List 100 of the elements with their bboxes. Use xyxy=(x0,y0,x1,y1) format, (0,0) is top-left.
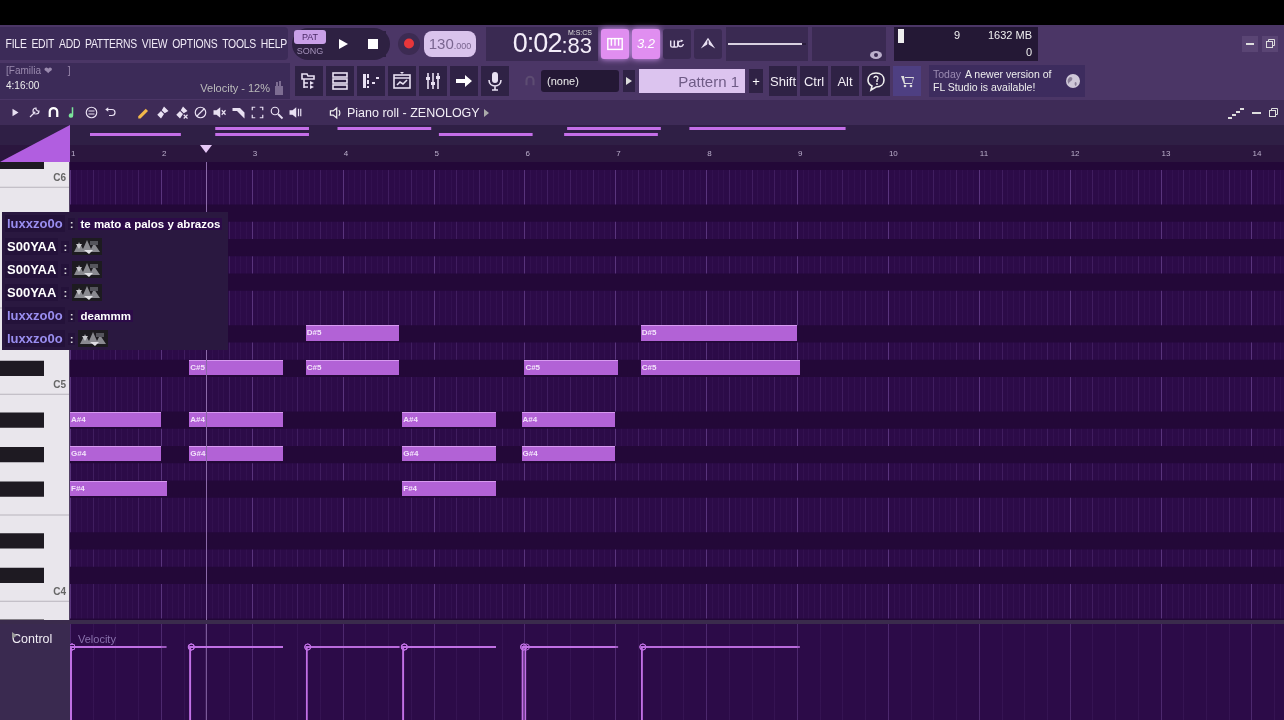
minimize-icon xyxy=(1246,42,1254,45)
key-label: C5 xyxy=(53,379,66,390)
note[interactable]: A#4 xyxy=(70,411,161,427)
chat-username: S00YAA xyxy=(7,239,57,254)
key-label: C4 xyxy=(53,586,66,597)
next-button[interactable] xyxy=(623,70,635,92)
menu-item[interactable]: FILE xyxy=(3,31,29,56)
hint-bracket: ] xyxy=(67,65,71,78)
cart-icon xyxy=(900,74,914,88)
wrench-icon xyxy=(27,105,42,120)
menu-item[interactable]: EDIT xyxy=(29,31,57,56)
metronome-button[interactable] xyxy=(694,28,722,59)
chat-message: deammm xyxy=(78,309,133,322)
speech-bubble-icon xyxy=(865,70,887,92)
piano-key[interactable] xyxy=(0,447,44,463)
window-icon xyxy=(392,71,412,91)
menu-item[interactable]: HELP xyxy=(258,31,288,56)
chat-separator: : xyxy=(67,217,76,230)
chat-username: luxxzo0o xyxy=(7,331,63,346)
cpu-meter xyxy=(898,29,904,43)
note[interactable]: C#5 xyxy=(524,359,619,375)
microphone-icon xyxy=(485,71,505,91)
chat-separator: : xyxy=(61,263,70,276)
note[interactable]: G#4 xyxy=(70,446,161,462)
chat-username: luxxzo0o xyxy=(7,308,63,323)
countdown-button[interactable]: 3.2 xyxy=(632,28,660,59)
menu-item[interactable]: ADD xyxy=(56,31,83,56)
modifier-key-button[interactable]: Alt xyxy=(831,66,859,96)
memory-usage: 1632 MB xyxy=(986,28,1033,43)
hint-title: [Familia ❤ xyxy=(6,65,52,78)
mixer-button[interactable] xyxy=(419,66,447,96)
minimize-icon xyxy=(1252,111,1261,114)
bar-number: 1 xyxy=(71,149,76,158)
piano-key[interactable] xyxy=(0,360,44,376)
note[interactable]: G#4 xyxy=(521,446,616,462)
brush-icon xyxy=(155,105,170,120)
channel-select[interactable]: (none) xyxy=(541,70,619,92)
piano-key[interactable] xyxy=(0,412,44,428)
note[interactable]: C#5 xyxy=(640,359,800,375)
mute-icon xyxy=(212,105,227,120)
window-title[interactable]: Piano roll - ZENOLOGY xyxy=(323,104,495,121)
note[interactable]: A#4 xyxy=(402,411,496,427)
bar-number: 7 xyxy=(616,149,621,158)
mode-toggle[interactable]: PAT xyxy=(294,29,326,44)
modifier-key-button[interactable]: Ctrl xyxy=(800,66,828,96)
bar-number: 2 xyxy=(161,149,167,158)
piano-roll-button[interactable] xyxy=(357,66,385,96)
note[interactable]: F#4 xyxy=(70,480,167,496)
restore-button[interactable] xyxy=(1262,35,1278,52)
tempo-field[interactable]: 130.000 xyxy=(424,30,476,57)
mode-toggle[interactable]: SONG xyxy=(294,43,326,58)
pattern-select[interactable]: Pattern 1 xyxy=(639,69,745,93)
menu-item[interactable]: PATTERNS xyxy=(82,31,140,56)
note[interactable]: F#4 xyxy=(402,480,496,496)
voice-count: 9 xyxy=(953,29,960,41)
note[interactable]: C#5 xyxy=(305,359,400,375)
piano-key[interactable] xyxy=(0,481,44,497)
loop-button[interactable] xyxy=(663,28,691,59)
piano-key[interactable] xyxy=(0,567,44,583)
help-button[interactable] xyxy=(862,66,890,96)
magnet-icon xyxy=(46,105,61,120)
note[interactable]: D#5 xyxy=(640,325,797,341)
news-panel[interactable]: Today A newer version of FL Studio is available! xyxy=(929,65,1085,97)
zoom-icon xyxy=(269,105,284,120)
shop-button[interactable] xyxy=(893,66,921,96)
chat-separator: : xyxy=(67,332,76,345)
add-pattern-button[interactable]: + xyxy=(749,69,763,93)
note[interactable]: C#5 xyxy=(189,359,283,375)
mixer-icon xyxy=(423,71,443,91)
slice-icon xyxy=(231,105,246,120)
polyphony-count: 0 xyxy=(1024,45,1033,60)
record-button[interactable] xyxy=(398,32,420,55)
brush-cross-icon xyxy=(174,105,189,120)
bar-number: 12 xyxy=(1070,149,1080,158)
note[interactable]: D#5 xyxy=(305,325,400,341)
arrow-button[interactable] xyxy=(450,66,478,96)
browser-button[interactable] xyxy=(388,66,416,96)
note[interactable]: A#4 xyxy=(189,411,283,427)
master-volume-slider[interactable] xyxy=(728,42,806,45)
modifier-key-button[interactable]: Shift xyxy=(769,66,797,96)
control-select[interactable]: Control xyxy=(12,632,53,646)
minimize-button[interactable] xyxy=(1242,35,1258,52)
piano-key[interactable] xyxy=(0,533,44,549)
channel-rack-button[interactable] xyxy=(326,66,354,96)
menu-item[interactable]: TOOLS xyxy=(219,31,259,56)
target-icon xyxy=(84,105,99,120)
menu-item[interactable]: OPTIONS xyxy=(169,31,220,56)
velocity-bars-drawing[interactable] xyxy=(70,643,801,720)
note[interactable]: A#4 xyxy=(521,411,616,427)
chat-username: S00YAA xyxy=(7,285,57,300)
note[interactable]: G#4 xyxy=(189,446,283,462)
keyboard-button[interactable] xyxy=(601,28,629,59)
piano-roll-icon xyxy=(361,71,381,91)
microphone-button[interactable] xyxy=(481,66,509,96)
note[interactable]: G#4 xyxy=(402,446,496,462)
bar-number: 10 xyxy=(888,149,898,158)
menu-item[interactable]: VIEW xyxy=(139,31,170,56)
playlist-button[interactable] xyxy=(295,66,323,96)
speaker-icon xyxy=(288,105,303,120)
chat-message: te mato a palos y abrazos xyxy=(78,217,223,230)
